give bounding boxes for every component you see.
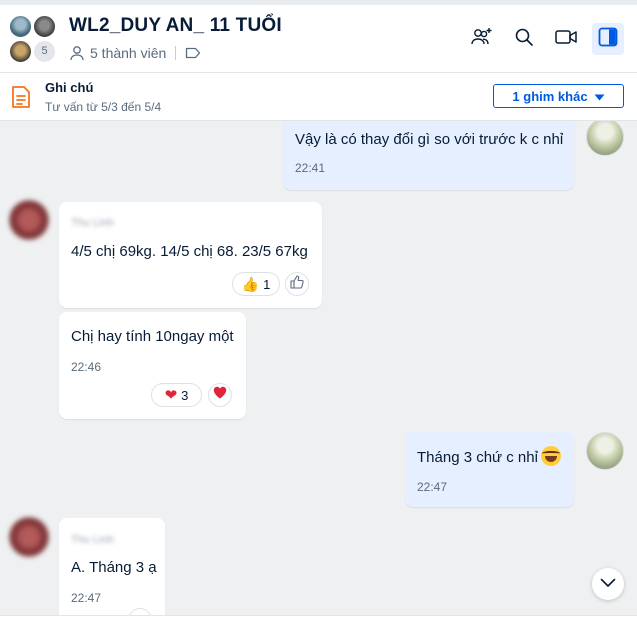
- sender-avatar[interactable]: [9, 200, 49, 240]
- sidebar-toggle-button[interactable]: [592, 23, 624, 55]
- group-title[interactable]: WL2_DUY AN_ 11 TUỔI: [69, 15, 282, 37]
- search-icon: [514, 27, 534, 52]
- member-avatar: [9, 40, 32, 63]
- tag-icon[interactable]: [185, 46, 201, 60]
- add-member-icon: [471, 27, 493, 52]
- message-time: 22:47: [71, 591, 102, 605]
- member-avatar: [33, 15, 56, 38]
- meta-divider: [175, 46, 177, 60]
- note-title: Ghi chú: [45, 80, 94, 95]
- video-call-icon: [555, 29, 577, 50]
- members-link[interactable]: 5 thành viên: [90, 45, 166, 61]
- message-time: 22:41: [295, 161, 326, 175]
- group-meta: 5 thành viên: [69, 45, 201, 61]
- message-bubble-outgoing[interactable]: Vậy là có thay đổi gì so với trước k c n…: [283, 121, 574, 190]
- message-time: 22:46: [71, 360, 102, 374]
- message-bubble-outgoing[interactable]: Tháng 3 chứ c nhỉ 22:47: [405, 432, 574, 507]
- caret-down-icon: [594, 89, 605, 104]
- more-pins-button[interactable]: 1 ghim khác: [493, 84, 624, 108]
- member-count-badge: 5: [33, 40, 56, 63]
- search-button[interactable]: [508, 23, 540, 55]
- reaction-count: 3: [181, 387, 189, 403]
- reaction-count: 1: [263, 276, 271, 292]
- message-text: Tháng 3 chứ c nhỉ: [417, 449, 538, 466]
- sender-name: Thu Linh: [71, 534, 114, 546]
- thumbs-up-emoji: 👍: [241, 275, 260, 292]
- note-subtitle: Tư vấn từ 5/3 đến 5/4: [45, 100, 162, 114]
- reaction-summary[interactable]: ❤ 3: [151, 383, 202, 407]
- message-bubble-incoming[interactable]: Thu Linh 4/5 chị 69kg. 14/5 chị 68. 23/5…: [59, 202, 322, 308]
- scroll-to-bottom-button[interactable]: [592, 568, 624, 600]
- sender-avatar[interactable]: [9, 517, 49, 557]
- members-icon: [69, 45, 85, 61]
- my-avatar[interactable]: [586, 121, 624, 156]
- laughing-emoji-icon: [540, 446, 561, 466]
- header-actions: [466, 23, 624, 55]
- more-pins-label: 1 ghim khác: [512, 88, 588, 104]
- message-list[interactable]: Vậy là có thay đổi gì so với trước k c n…: [0, 121, 637, 615]
- thumbs-up-outline-icon: [290, 274, 304, 294]
- heart-icon: [213, 386, 227, 404]
- note-icon: [11, 85, 31, 114]
- video-call-button[interactable]: [550, 23, 582, 55]
- reaction-summary[interactable]: 👍 1: [232, 272, 280, 296]
- message-text: 4/5 chị 69kg. 14/5 chị 68. 23/5 67kg: [71, 243, 308, 260]
- pinned-note-bar[interactable]: Ghi chú Tư vấn từ 5/3 đến 5/4 1 ghim khá…: [0, 73, 637, 121]
- chat-header: 5 WL2_DUY AN_ 11 TUỔI 5 thành viên: [0, 5, 637, 73]
- my-avatar[interactable]: [586, 432, 624, 470]
- message-bubble-incoming[interactable]: Thu Linh A. Tháng 3 ạ 22:47: [59, 518, 165, 615]
- chevron-down-icon: [600, 575, 616, 593]
- message-time: 22:47: [417, 480, 448, 494]
- member-avatar: [9, 15, 32, 38]
- sender-name: Thu Linh: [71, 217, 114, 229]
- heart-emoji: ❤: [164, 387, 178, 404]
- message-text: A. Tháng 3 ạ: [71, 559, 157, 576]
- message-text: Vậy là có thay đổi gì so với trước k c n…: [295, 131, 564, 148]
- add-reaction-button[interactable]: [208, 383, 232, 407]
- group-avatar[interactable]: 5: [9, 15, 59, 65]
- message-body: Tháng 3 chứ c nhỉ: [417, 446, 561, 466]
- add-member-button[interactable]: [466, 23, 498, 55]
- sidebar-toggle-icon: [598, 27, 618, 52]
- composer-top-edge: [0, 615, 637, 623]
- message-text: Chị hay tính 10ngay một: [71, 328, 234, 345]
- add-reaction-button[interactable]: [285, 272, 309, 296]
